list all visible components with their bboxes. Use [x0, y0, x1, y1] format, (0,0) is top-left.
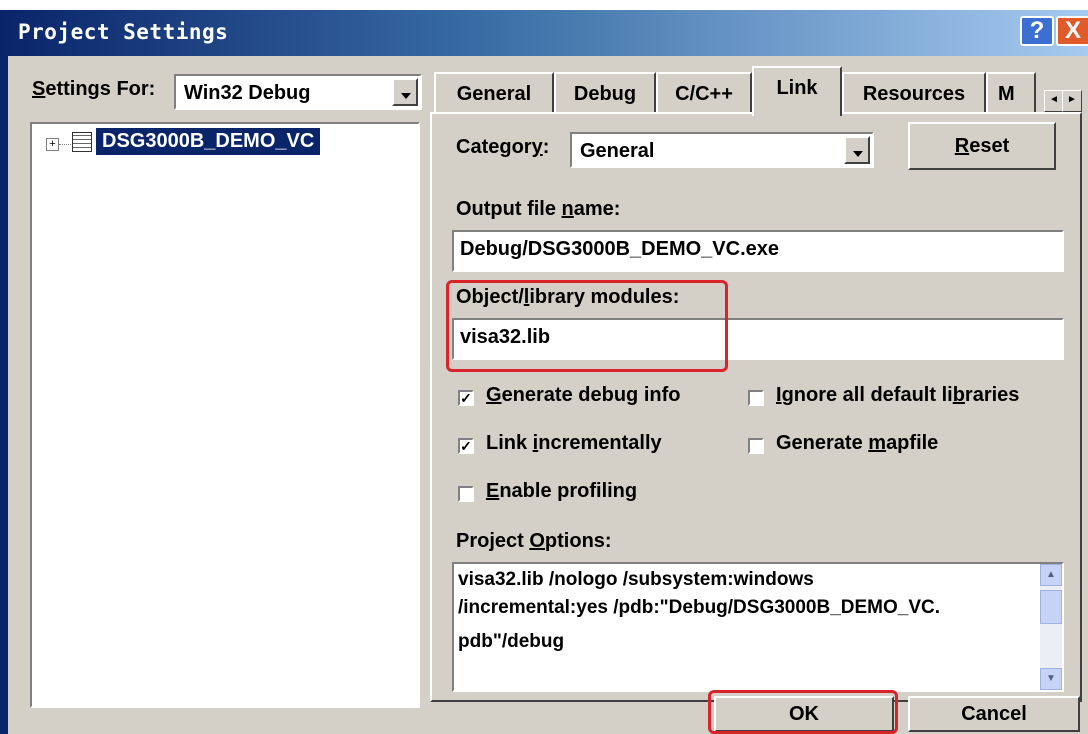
link-incrementally-checkbox[interactable]: ✓: [458, 438, 474, 454]
reset-button[interactable]: Reset: [908, 122, 1056, 170]
annotation-ok-button: [708, 690, 898, 734]
settings-for-dropdown[interactable]: Win32 Debug: [174, 74, 422, 110]
tab-scroll-right-icon[interactable]: ►: [1062, 90, 1082, 112]
link-tab-panel: Category: General Reset Output file name…: [430, 112, 1082, 702]
cancel-button[interactable]: Cancel: [908, 696, 1080, 732]
help-button[interactable]: ?: [1020, 16, 1054, 46]
category-value: General: [580, 140, 655, 162]
tab-cpp[interactable]: C/C++: [656, 72, 752, 112]
annotation-object-library: [446, 280, 728, 372]
title-bar[interactable]: Project Settings ? X: [0, 10, 1088, 56]
dialog-body: Settings For: Win32 Debug + DSG3000B_DEM…: [8, 56, 1088, 734]
enable-profiling-label[interactable]: Enable profiling: [486, 480, 637, 503]
project-options-line: /incremental:yes /pdb:"Debug/DSG3000B_DE…: [458, 597, 941, 618]
generate-mapfile-label[interactable]: Generate mapfile: [776, 432, 938, 455]
tab-resources[interactable]: Resources: [842, 72, 986, 112]
cropped-caption: [0, 0, 1088, 10]
tab-general[interactable]: General: [434, 72, 554, 112]
project-tree[interactable]: + DSG3000B_DEMO_VC: [30, 122, 420, 708]
settings-for-label-rest: ettings For:: [45, 78, 156, 100]
tree-expand-icon[interactable]: +: [46, 138, 59, 151]
project-settings-dialog: Project Settings ? X Settings For: Win32…: [0, 10, 1088, 734]
chevron-down-icon[interactable]: [844, 136, 870, 164]
settings-for-label: Settings For:: [32, 78, 156, 100]
tree-connector: [59, 144, 71, 145]
options-scrollbar[interactable]: ▲ ▼: [1040, 564, 1062, 690]
category-dropdown[interactable]: General: [570, 132, 874, 168]
close-button[interactable]: X: [1056, 16, 1088, 46]
project-icon: [72, 132, 92, 152]
scroll-up-icon[interactable]: ▲: [1040, 564, 1062, 586]
generate-debug-info-checkbox[interactable]: ✓: [458, 390, 474, 406]
scroll-thumb[interactable]: [1040, 590, 1062, 624]
link-incrementally-label[interactable]: Link incrementally: [486, 432, 662, 455]
tab-strip: General Debug C/C++ Link Resources M ◄ ►: [430, 66, 1082, 116]
output-file-field[interactable]: Debug/DSG3000B_DEMO_VC.exe: [452, 230, 1064, 272]
tab-more[interactable]: M: [986, 72, 1036, 112]
scroll-down-icon[interactable]: ▼: [1040, 668, 1062, 690]
tree-item-project[interactable]: DSG3000B_DEMO_VC: [96, 128, 321, 155]
ignore-default-libraries-label[interactable]: Ignore all default libraries: [776, 384, 1019, 407]
tab-debug[interactable]: Debug: [554, 72, 656, 112]
project-options-line: visa32.lib /nologo /subsystem:windows: [458, 569, 814, 590]
dialog-title: Project Settings: [18, 20, 229, 44]
generate-mapfile-checkbox[interactable]: [748, 438, 764, 454]
output-file-label: Output file name:: [456, 198, 621, 220]
settings-for-value: Win32 Debug: [184, 82, 311, 104]
generate-debug-info-label[interactable]: Generate debug info: [486, 384, 680, 407]
project-options-label: Project Options:: [456, 530, 612, 552]
tab-scroll-left-icon[interactable]: ◄: [1044, 90, 1064, 112]
category-label: Category:: [456, 136, 550, 158]
chevron-down-icon[interactable]: [392, 78, 418, 106]
tab-link[interactable]: Link: [752, 66, 842, 116]
enable-profiling-checkbox[interactable]: [458, 486, 474, 502]
ignore-default-libraries-checkbox[interactable]: [748, 390, 764, 406]
project-options-line: pdb"/debug: [458, 631, 565, 652]
project-options-textarea[interactable]: visa32.lib /nologo /subsystem:windows /i…: [452, 562, 1064, 692]
